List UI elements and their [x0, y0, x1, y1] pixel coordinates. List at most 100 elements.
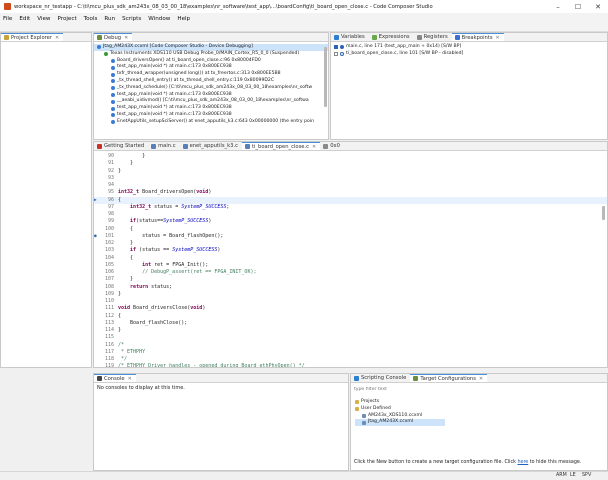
- debug-tree-item[interactable]: _tx_thread_schedule() [C:\ti\mcu_plus_sd…: [94, 85, 328, 92]
- menu-window[interactable]: Window: [148, 16, 170, 22]
- code-line[interactable]: 106 // DebugP_assert(ret == FPGA_INIT_OK…: [94, 269, 607, 276]
- code-line[interactable]: 100 {: [94, 226, 607, 233]
- code-line[interactable]: 118 */: [94, 356, 607, 363]
- breakpoint-label: ti_board_open_close.c, line 101 [S/W BP …: [346, 50, 464, 56]
- editor-tab-label: Getting Started: [104, 143, 145, 149]
- breakpoint-item[interactable]: ti_board_open_close.c, line 101 [S/W BP …: [334, 51, 604, 58]
- editor-panel: Getting Started main.c enet_apputils_k3.…: [93, 141, 608, 368]
- code-text: status = Board_flashOpen();: [118, 232, 224, 239]
- line-number: 98: [107, 211, 114, 217]
- close-button[interactable]: ✕: [588, 0, 608, 13]
- tab-enet-apputils[interactable]: enet_apputils_k3.c: [180, 142, 242, 150]
- code-line[interactable]: 105 int ret = FPGA_Init();: [94, 262, 607, 269]
- close-icon[interactable]: ✕: [128, 376, 132, 382]
- code-line[interactable]: 91 }: [94, 160, 607, 167]
- maximize-button[interactable]: ☐: [568, 0, 588, 13]
- debug-tree-item[interactable]: Jtag_AM243X.ccxml [Code Composer Studio …: [94, 44, 328, 51]
- expressions-icon: [371, 34, 377, 40]
- menu-edit[interactable]: Edit: [19, 16, 30, 22]
- checkbox-unchecked-icon[interactable]: [334, 52, 338, 57]
- tab-console[interactable]: Console ✕: [94, 374, 136, 382]
- stack-frame-icon: [111, 86, 115, 91]
- breakpoint-item[interactable]: main.c, line 171 (test_app_main + 0x14) …: [334, 44, 604, 51]
- code-line[interactable]: 99 if(status==SystemP_SUCCESS): [94, 218, 607, 225]
- code-line[interactable]: 94: [94, 182, 607, 189]
- target-config-item[interactable]: Projects: [355, 399, 445, 406]
- code-line[interactable]: 108 return status;: [94, 284, 607, 291]
- code-line[interactable]: 93: [94, 175, 607, 182]
- stack-frame-icon: [111, 92, 115, 97]
- project-explorer-tabrow: Project Explorer ✕: [1, 33, 91, 42]
- tab-target-configurations[interactable]: Target Configurations ✕: [410, 374, 488, 382]
- checkbox-checked-icon[interactable]: [334, 45, 338, 50]
- code-line[interactable]: 95 int32_t Board_driversOpen(void): [94, 189, 607, 196]
- menu-file[interactable]: File: [3, 16, 12, 22]
- menu-run[interactable]: Run: [104, 16, 115, 22]
- debug-tree-item[interactable]: test_app_main(void *) at main.c:173 0x80…: [94, 105, 328, 112]
- line-number: 91: [107, 160, 114, 167]
- tab-getting-started[interactable]: Getting Started: [94, 142, 148, 150]
- code-line[interactable]: 113 Board_flashClose();: [94, 320, 607, 327]
- code-line[interactable]: 112 {: [94, 313, 607, 320]
- code-line[interactable]: 109}: [94, 291, 607, 298]
- tab-variables[interactable]: Variables: [331, 33, 369, 41]
- tab-main-c[interactable]: main.c: [148, 142, 179, 150]
- target-config-item[interactable]: Jtag_AM243X.ccxml: [355, 419, 445, 427]
- code-line[interactable]: 116 /*: [94, 342, 607, 349]
- menu-project[interactable]: Project: [58, 16, 77, 22]
- stack-frame-icon: [111, 72, 115, 77]
- close-icon[interactable]: ✕: [312, 144, 316, 150]
- code-line[interactable]: ● 101 status = Board_flashOpen();: [94, 233, 607, 240]
- menu-help[interactable]: Help: [177, 16, 190, 22]
- code-line[interactable]: ▶ 96{: [94, 196, 607, 204]
- debug-tree-item-label: test_app_main(void *) at main.c:173 0x80…: [117, 105, 232, 111]
- breakpoints-list: main.c, line 171 (test_app_main + 0x14) …: [331, 42, 607, 60]
- editor-scrollbar[interactable]: [602, 206, 605, 220]
- menu-scripts[interactable]: Scripts: [122, 16, 141, 22]
- console-tabrow: Console ✕: [94, 374, 348, 383]
- line-number: 102: [104, 240, 114, 246]
- code-line[interactable]: 90 }: [94, 153, 607, 160]
- tab-0x0[interactable]: 0x0: [320, 142, 344, 150]
- close-icon[interactable]: ✕: [124, 35, 128, 41]
- tab-registers[interactable]: Registers: [414, 33, 452, 41]
- code-line[interactable]: 103 if (status == SystemP_SUCCESS): [94, 247, 607, 254]
- code-area[interactable]: 90 } 91 } 92} 93 94 95 int32_t Board_driversOp…: [94, 151, 607, 367]
- debug-tree-item-label: Jtag_AM243X.ccxml [Code Composer Studio …: [103, 44, 253, 49]
- debug-tree-item[interactable]: txfr_thread_wrapper(unsigned long()) at …: [94, 71, 328, 78]
- c-file-icon: [244, 144, 250, 149]
- debug-tree-item[interactable]: Texas Instruments XDS110 USB Debug Probe…: [94, 51, 328, 58]
- code-line[interactable]: 98: [94, 211, 607, 218]
- tab-breakpoints[interactable]: Breakpoints ✕: [451, 33, 504, 41]
- debug-tree-item[interactable]: test_app_main(void *) at main.c:173 0x80…: [94, 112, 328, 119]
- code-line[interactable]: 117 * ETHPHY: [94, 349, 607, 356]
- menu-view[interactable]: View: [37, 16, 50, 22]
- tab-ti-board-open-close[interactable]: ti_board_open_close.c ✕: [241, 142, 321, 150]
- code-line[interactable]: 110: [94, 298, 607, 305]
- hide-message-link[interactable]: here: [517, 460, 528, 465]
- debug-tree-item[interactable]: _tx_thread_shell_entry() at tx_thread_sh…: [94, 78, 328, 85]
- tab-project-explorer[interactable]: Project Explorer ✕: [1, 33, 64, 41]
- tab-scripting-console[interactable]: Scripting Console: [351, 374, 410, 382]
- close-icon[interactable]: ✕: [479, 376, 483, 382]
- tab-debug[interactable]: Debug ✕: [94, 33, 133, 41]
- code-line[interactable]: 107 }: [94, 276, 607, 283]
- code-line[interactable]: 114}: [94, 327, 607, 334]
- minimize-button[interactable]: –: [548, 0, 568, 13]
- code-line[interactable]: 92}: [94, 168, 607, 175]
- close-icon[interactable]: ✕: [496, 35, 500, 41]
- code-line[interactable]: 119 /* ETHPHY Driver handles - opened dur…: [94, 363, 607, 367]
- code-line[interactable]: 104 {: [94, 255, 607, 262]
- target-config-item[interactable]: User Defined: [355, 406, 445, 413]
- code-line[interactable]: 102 }: [94, 240, 607, 247]
- tab-expressions[interactable]: Expressions: [369, 33, 414, 41]
- close-icon[interactable]: ✕: [55, 35, 59, 41]
- debug-scrollbar[interactable]: [324, 47, 327, 107]
- filter-input[interactable]: [354, 385, 474, 393]
- debug-tree-item[interactable]: EnetAppUtils_setupSciServer() at enet_ap…: [94, 119, 328, 126]
- code-text: */: [118, 356, 128, 362]
- code-line[interactable]: 115: [94, 334, 607, 341]
- menu-tools[interactable]: Tools: [84, 16, 98, 22]
- code-line[interactable]: 111 void Board_driversClose(void): [94, 305, 607, 312]
- code-line[interactable]: 97 int32_t status = SystemP_SUCCESS;: [94, 204, 607, 211]
